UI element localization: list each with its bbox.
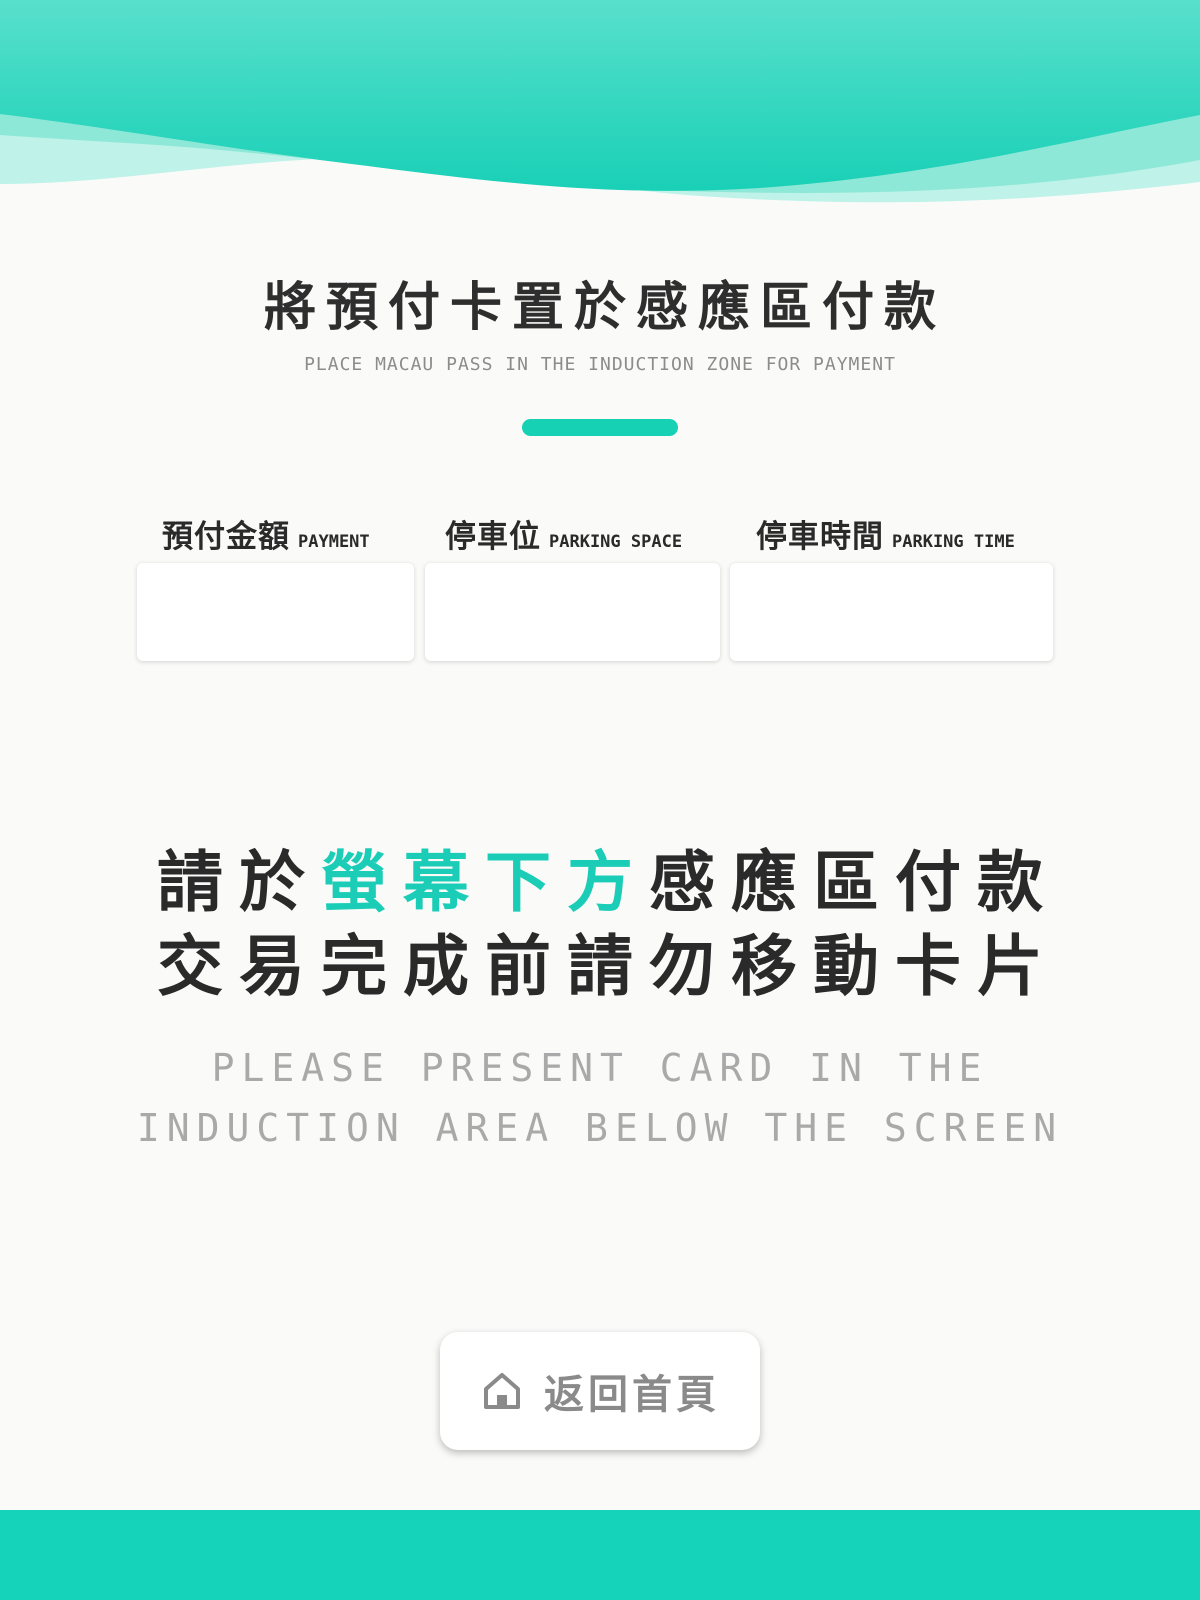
back-home-button[interactable]: 返回首頁 (440, 1332, 760, 1450)
instruction-block: 請於螢幕下方感應區付款 交易完成前請勿移動卡片 PLEASE PRESENT C… (0, 850, 1200, 1158)
title-underline-bar (522, 419, 678, 436)
page-subtitle: PLACE MACAU PASS IN THE INDUCTION ZONE F… (304, 354, 896, 375)
page-title: 將預付卡置於感應區付款 (263, 278, 946, 338)
back-home-label: 返回首頁 (544, 1372, 720, 1418)
instruction-line-2: 交易完成前請勿移動卡片 (157, 928, 1059, 1005)
parking-space-label-en: PARKING SPACE (549, 532, 683, 552)
instruction-line-1-after: 感應區付款 (649, 844, 1059, 921)
instruction-highlight: 螢幕下方 (321, 844, 649, 921)
payment-value-box (137, 563, 414, 661)
parking-space-label-zh: 停車位 (445, 519, 541, 555)
parking-time-value-box (730, 563, 1053, 661)
footer-bar (0, 1510, 1200, 1600)
header-wave (0, 0, 1200, 203)
parking-space-label: 停車位 PARKING SPACE (445, 522, 682, 553)
parking-time-label-en: PARKING TIME (892, 532, 1015, 552)
home-icon (484, 1373, 520, 1409)
instruction-line-1-before: 請於 (157, 844, 321, 921)
payment-label-en: PAYMENT (298, 532, 370, 552)
instruction-en-line-2: INDUCTION AREA BELOW THE SCREEN (136, 1106, 1064, 1150)
payment-label-zh: 預付金額 (162, 519, 290, 555)
payment-label: 預付金額 PAYMENT (162, 522, 370, 553)
instruction-line-1: 請於螢幕下方感應區付款 (0, 850, 1200, 916)
parking-time-label: 停車時間 PARKING TIME (756, 522, 1015, 553)
parking-space-value-box (425, 563, 720, 661)
instruction-en-line-1: PLEASE PRESENT CARD IN THE (211, 1046, 989, 1090)
parking-time-label-zh: 停車時間 (756, 519, 884, 555)
title-block: 將預付卡置於感應區付款 PLACE MACAU PASS IN THE INDU… (0, 282, 1200, 374)
instruction-en: PLEASE PRESENT CARD IN THE INDUCTION ARE… (0, 1038, 1200, 1158)
